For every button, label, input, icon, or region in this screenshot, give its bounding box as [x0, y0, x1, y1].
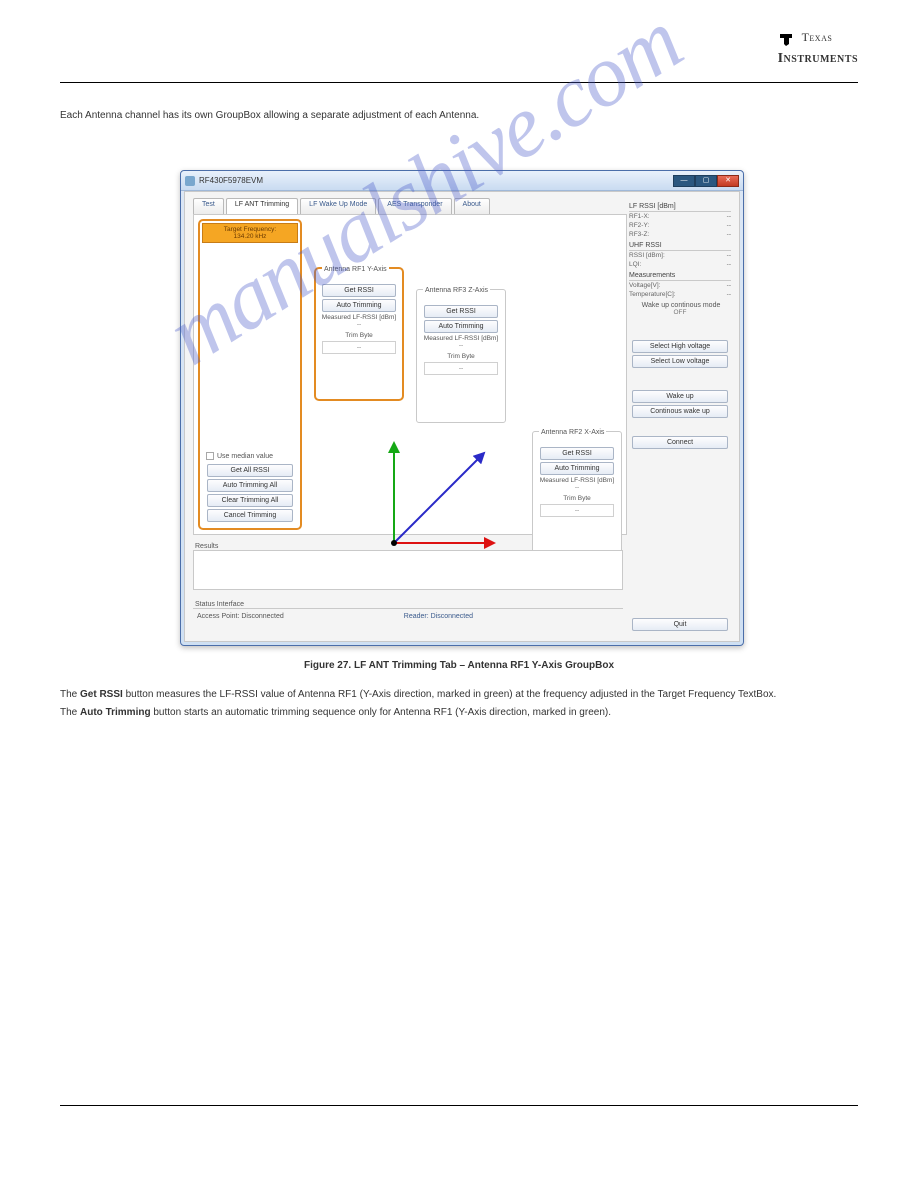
status-section: Status Interface Access Point: Disconnec…: [193, 599, 623, 633]
minimize-button[interactable]: —: [673, 175, 695, 187]
rf2-meas-label: Measured LF-RSSI [dBm]: [537, 477, 617, 484]
lfrssi-row: RF2-Y:--: [629, 221, 731, 230]
rf1-trim-label: Trim Byte: [320, 332, 398, 339]
auto-trimming-term: Auto Trimming: [80, 707, 151, 718]
lfrssi-header: LF RSSI [dBm]: [629, 202, 731, 212]
target-freq-value: 134.20 kHz: [234, 233, 267, 240]
antenna-rf3-title: Antenna RF3 Z-Axis: [423, 287, 490, 294]
rf3-trim-label: Trim Byte: [421, 353, 501, 360]
wake-up-value: OFF: [629, 309, 731, 316]
clear-trimming-all-button[interactable]: Clear Trimming All: [207, 494, 293, 507]
tab-about[interactable]: About: [454, 198, 490, 214]
wake-up-button[interactable]: Wake up: [632, 390, 728, 403]
target-freq-label: Target Frequency:: [224, 226, 276, 233]
quit-button[interactable]: Quit: [632, 618, 728, 631]
rf1-meas-value: --: [320, 321, 398, 328]
checkbox-icon: [206, 452, 214, 460]
right-panel: LF RSSI [dBm] RF1-X:-- RF2-Y:-- RF3-Z:--…: [629, 200, 731, 633]
tab-lf-ant-trimming[interactable]: LF ANT Trimming: [226, 198, 298, 214]
use-median-label: Use median value: [217, 453, 273, 460]
post-note: The Get RSSI button measures the LF-RSSI…: [60, 688, 858, 719]
rf2-meas-value: --: [537, 484, 617, 491]
lfrssi-row: RF1-X:--: [629, 212, 731, 221]
pre-caption-text: Each Antenna channel has its own GroupBo…: [60, 110, 858, 121]
status-access-point: Access Point: Disconnected: [197, 613, 284, 620]
header-rule: [60, 82, 858, 83]
lfrssi-row: RF3-Z:--: [629, 230, 731, 239]
auto-trimming-all-button[interactable]: Auto Trimming All: [207, 479, 293, 492]
rf2-trim-label: Trim Byte: [537, 495, 617, 502]
cancel-trimming-button[interactable]: Cancel Trimming: [207, 509, 293, 522]
tab-aes-transponder[interactable]: AES Transponder: [378, 198, 451, 214]
target-frequency-box[interactable]: Target Frequency: 134.20 kHz: [202, 223, 298, 243]
connect-button[interactable]: Connect: [632, 436, 728, 449]
status-label: Status Interface: [195, 601, 623, 608]
figure-caption: Figure 27. LF ANT Trimming Tab – Antenna…: [0, 660, 918, 671]
app-window: RF430F5978EVM — ▢ ✕ Test LF ANT Trimming…: [180, 170, 744, 646]
get-all-rssi-button[interactable]: Get All RSSI: [207, 464, 293, 477]
antenna-rf2-group: Antenna RF2 X-Axis Get RSSI Auto Trimmin…: [532, 431, 622, 555]
antenna-rf1-title: Antenna RF1 Y-Axis: [322, 266, 389, 273]
wake-up-header: Wake up continous mode: [631, 302, 731, 309]
maximize-button[interactable]: ▢: [695, 175, 717, 187]
footer-rule: [60, 1105, 858, 1106]
main-panel: Target Frequency: 134.20 kHz Use median …: [193, 214, 627, 535]
uhf-header: UHF RSSI: [629, 241, 731, 251]
rf3-trim-value: --: [424, 362, 498, 375]
rf2-trim-value: --: [540, 504, 614, 517]
rf1-auto-trimming-button[interactable]: Auto Trimming: [322, 299, 396, 312]
axis-arrows-icon: [374, 433, 504, 553]
post-paragraph: The Get RSSI button measures the LF-RSSI…: [60, 688, 858, 702]
uhf-row: RSSI [dBm]:--: [629, 251, 731, 260]
uhf-row: LQI:--: [629, 260, 731, 269]
brand-name-2: Instruments: [778, 51, 858, 66]
rf3-meas-label: Measured LF-RSSI [dBm]: [421, 335, 501, 342]
rf3-get-rssi-button[interactable]: Get RSSI: [424, 305, 498, 318]
select-low-voltage-button[interactable]: Select Low voltage: [632, 355, 728, 368]
antenna-rf1-group: Antenna RF1 Y-Axis Get RSSI Auto Trimmin…: [314, 267, 404, 401]
rf1-get-rssi-button[interactable]: Get RSSI: [322, 284, 396, 297]
rf2-get-rssi-button[interactable]: Get RSSI: [540, 447, 614, 460]
titlebar: RF430F5978EVM — ▢ ✕: [181, 171, 743, 191]
ti-logo: Texas Instruments: [778, 30, 858, 67]
meas-row: Voltage[V]:--: [629, 281, 731, 290]
rf3-auto-trimming-button[interactable]: Auto Trimming: [424, 320, 498, 333]
antenna-rf2-title: Antenna RF2 X-Axis: [539, 429, 606, 436]
meas-row: Temperature[C]:--: [629, 290, 731, 299]
brand-name-1: Texas: [802, 30, 833, 44]
results-output: [193, 550, 623, 590]
tab-lf-wake-up[interactable]: LF Wake Up Mode: [300, 198, 376, 214]
use-median-checkbox[interactable]: Use median value: [206, 452, 300, 460]
rf1-trim-value: --: [322, 341, 396, 354]
close-button[interactable]: ✕: [717, 175, 739, 187]
rf1-meas-label: Measured LF-RSSI [dBm]: [320, 314, 398, 321]
post-paragraph: The Auto Trimming button starts an autom…: [60, 706, 858, 720]
app-icon: [185, 176, 195, 186]
window-title: RF430F5978EVM: [199, 176, 263, 185]
left-column: Target Frequency: 134.20 kHz Use median …: [198, 219, 302, 530]
results-label: Results: [195, 543, 623, 550]
antenna-rf3-group: Antenna RF3 Z-Axis Get RSSI Auto Trimmin…: [416, 289, 506, 423]
rf3-meas-value: --: [421, 342, 501, 349]
rf2-auto-trimming-button[interactable]: Auto Trimming: [540, 462, 614, 475]
ti-chip-icon: [778, 30, 798, 51]
continous-wake-up-button[interactable]: Continous wake up: [632, 405, 728, 418]
tab-test[interactable]: Test: [193, 198, 224, 214]
results-section: Results: [193, 541, 623, 593]
select-high-voltage-button[interactable]: Select High voltage: [632, 340, 728, 353]
measurements-header: Measurements: [629, 271, 731, 281]
status-reader: Reader: Disconnected: [404, 613, 473, 620]
get-rssi-term: Get RSSI: [80, 689, 123, 700]
